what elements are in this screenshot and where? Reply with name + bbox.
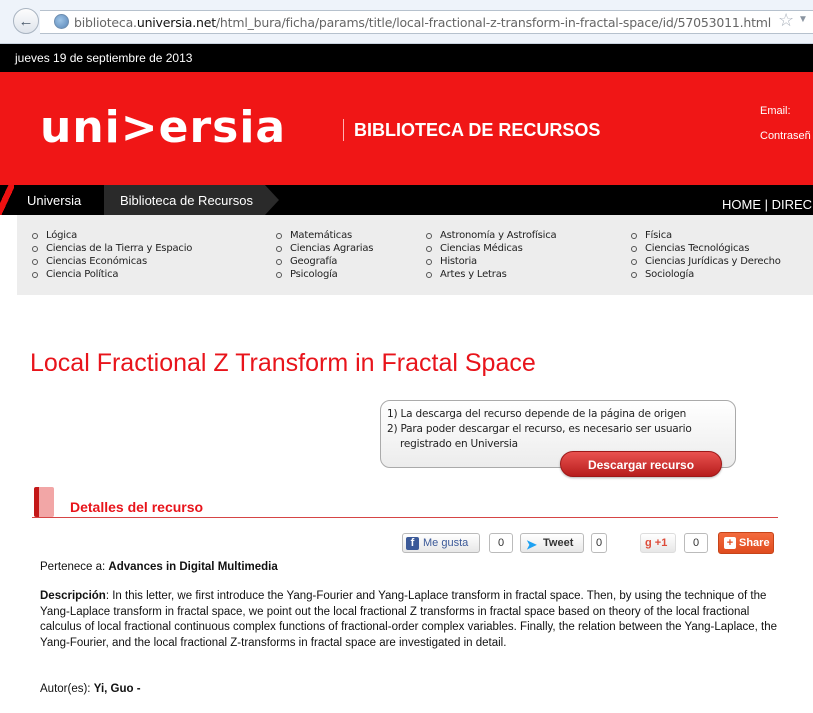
category-column-4: Física Ciencias Tecnológicas Ciencias Ju…	[629, 229, 781, 281]
category-link[interactable]: Sociología	[629, 268, 781, 281]
back-button[interactable]: ←	[13, 8, 39, 34]
nav-home-links[interactable]: HOME | DIREC	[722, 197, 812, 212]
google-plus-label: +1	[654, 537, 668, 549]
nav-link-universia[interactable]: Universia	[27, 193, 81, 208]
universia-logo[interactable]: uni>ersia	[40, 102, 286, 153]
main-nav: Universia Biblioteca de Recursos HOME | …	[0, 185, 813, 215]
site-header: uni>ersia BIBLIOTECA DE RECURSOS Email: …	[0, 72, 813, 185]
belongs-value: Advances in Digital Multimedia	[108, 561, 278, 573]
share-plus-icon: +	[724, 537, 736, 549]
nav-link-biblioteca[interactable]: Biblioteca de Recursos	[104, 185, 279, 215]
page-title: Local Fractional Z Transform in Fractal …	[30, 349, 536, 377]
bookmark-star-icon[interactable]: ☆	[778, 10, 794, 31]
category-link[interactable]: Historia	[424, 255, 556, 268]
category-link[interactable]: Ciencias Médicas	[424, 242, 556, 255]
category-link[interactable]: Ciencia Política	[30, 268, 192, 281]
dropdown-arrow-icon[interactable]: ▼	[798, 14, 808, 25]
date-text: jueves 19 de septiembre de 2013	[15, 51, 193, 65]
category-link[interactable]: Física	[629, 229, 781, 242]
site-title: BIBLIOTECA DE RECURSOS	[354, 120, 601, 140]
author-value: Yi, Guo -	[93, 683, 141, 695]
category-link[interactable]: Ciencias Económicas	[30, 255, 192, 268]
facebook-like-label: Me gusta	[423, 537, 469, 549]
details-heading: Detalles del recurso	[70, 499, 204, 515]
category-link[interactable]: Psicología	[274, 268, 373, 281]
google-plus-icon: g	[645, 537, 652, 549]
belongs-to: Pertenece a: Advances in Digital Multime…	[40, 561, 278, 573]
category-link[interactable]: Geografía	[274, 255, 373, 268]
facebook-icon: f	[406, 537, 419, 550]
google-plus-count: 0	[684, 533, 708, 553]
category-link[interactable]: Matemáticas	[274, 229, 373, 242]
book-icon	[34, 487, 54, 517]
date-bar: jueves 19 de septiembre de 2013	[0, 44, 813, 72]
category-menu: Lógica Ciencias de la Tierra y Espacio C…	[17, 215, 813, 295]
download-resource-button[interactable]: Descargar recurso	[560, 451, 722, 477]
description-text: : In this letter, we first introduce the…	[40, 590, 778, 649]
nav-stripe	[0, 185, 14, 215]
belongs-label: Pertenece a:	[40, 561, 106, 573]
logo-separator	[343, 119, 344, 141]
download-note-3: registrado en Universia	[400, 438, 518, 450]
tweet-count: 0	[591, 533, 607, 553]
globe-icon	[54, 14, 69, 29]
category-link[interactable]: Artes y Letras	[424, 268, 556, 281]
category-column-2: Matemáticas Ciencias Agrarias Geografía …	[274, 229, 374, 281]
facebook-like-count: 0	[489, 533, 513, 553]
description: Descripción: In this letter, we first in…	[40, 589, 780, 651]
share-label: Share	[739, 537, 770, 549]
category-link[interactable]: Ciencias de la Tierra y Espacio	[30, 242, 192, 255]
tweet-label: Tweet	[543, 537, 574, 549]
back-arrow-icon: ←	[18, 12, 34, 30]
password-label: Contraseñ	[760, 130, 811, 142]
author-label: Autor(es):	[40, 683, 91, 695]
category-link[interactable]: Ciencias Jurídicas y Derecho	[629, 255, 781, 268]
tweet-button[interactable]: ➤ Tweet	[520, 533, 584, 553]
facebook-like-button[interactable]: f Me gusta	[402, 533, 480, 553]
email-label: Email:	[760, 105, 791, 117]
download-note-2: 2) Para poder descargar el recurso, es n…	[387, 423, 692, 435]
category-link[interactable]: Ciencias Tecnológicas	[629, 242, 781, 255]
details-divider	[32, 517, 778, 518]
description-label: Descripción	[40, 590, 106, 602]
category-column-1: Lógica Ciencias de la Tierra y Espacio C…	[30, 229, 192, 281]
category-column-3: Astronomía y Astrofísica Ciencias Médica…	[424, 229, 557, 281]
download-note-1: 1) La descarga del recurso depende de la…	[387, 408, 687, 420]
url-text[interactable]: biblioteca.universia.net/html_bura/ficha…	[74, 15, 771, 30]
category-link[interactable]: Astronomía y Astrofísica	[424, 229, 557, 242]
authors: Autor(es): Yi, Guo -	[40, 683, 141, 695]
twitter-bird-icon: ➤	[526, 537, 537, 552]
google-plus-one-button[interactable]: g +1	[640, 533, 676, 553]
category-link[interactable]: Lógica	[30, 229, 192, 242]
category-link[interactable]: Ciencias Agrarias	[274, 242, 374, 255]
share-button[interactable]: + Share	[718, 532, 774, 554]
